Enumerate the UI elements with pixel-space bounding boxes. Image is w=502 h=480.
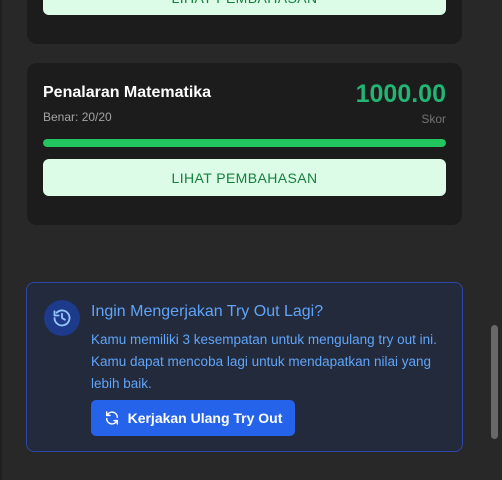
retry-tryout-button[interactable]: Kerjakan Ulang Try Out (91, 400, 295, 436)
view-discussion-button[interactable]: LIHAT PEMBAHASAN (43, 159, 446, 196)
correct-answers-count: Benar: 20/20 (43, 110, 112, 124)
score-value: 1000.00 (355, 80, 446, 108)
score-label: Skor (421, 112, 446, 126)
results-page: LIHAT PEMBAHASAN Penalaran Matematika Be… (0, 0, 502, 480)
view-discussion-button-previous[interactable]: LIHAT PEMBAHASAN (43, 0, 446, 15)
subject-result-card: Penalaran Matematika Benar: 20/20 1000.0… (27, 63, 462, 225)
retry-tryout-panel: Ingin Mengerjakan Try Out Lagi? Kamu mem… (26, 282, 463, 452)
previous-subject-card: LIHAT PEMBAHASAN (27, 0, 462, 44)
scrollbar-thumb[interactable] (491, 325, 498, 439)
retry-description: Kamu memiliki 3 kesempatan untuk mengula… (91, 332, 437, 391)
retry-title: Ingin Mengerjakan Try Out Lagi? (91, 303, 324, 320)
history-icon (44, 300, 80, 336)
retry-button-label: Kerjakan Ulang Try Out (127, 410, 283, 426)
score-progress-bar (43, 139, 446, 147)
score-progress-fill (43, 139, 446, 147)
subject-title: Penalaran Matematika (43, 84, 212, 101)
refresh-icon (104, 410, 120, 426)
page-edge (0, 0, 2, 480)
